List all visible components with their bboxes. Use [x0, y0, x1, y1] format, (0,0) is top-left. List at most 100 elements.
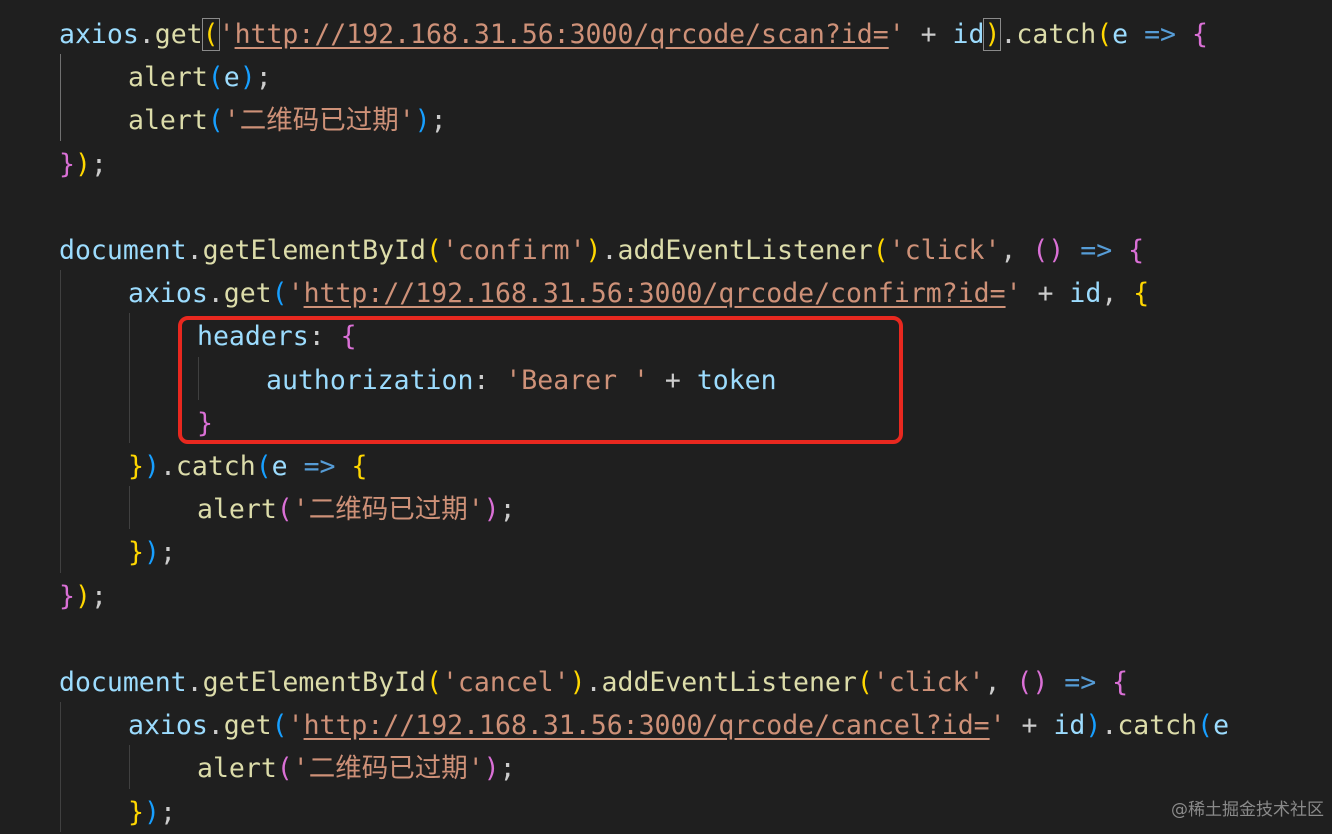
code-token: axios: [128, 278, 208, 310]
code-token: ): [483, 753, 500, 785]
code-token: (: [276, 494, 293, 526]
code-line[interactable]: axios.get('http://192.168.31.56:3000/qrc…: [128, 272, 1332, 315]
code-line[interactable]: }).catch(e => {: [128, 445, 1332, 488]
code-token: ;: [499, 494, 516, 526]
code-token: +: [1005, 710, 1054, 742]
code-token: (: [1096, 19, 1113, 50]
code-line[interactable]: });: [59, 575, 1332, 618]
code-token: 'cancel': [441, 667, 570, 698]
code-token: ': [218, 19, 235, 50]
code-token: =>: [303, 451, 336, 482]
code-token: ): [143, 537, 160, 569]
code-token: ): [983, 18, 1002, 51]
code-token: (: [425, 235, 442, 266]
code-token: {: [1128, 235, 1145, 266]
code-token: ': [287, 278, 304, 310]
indent-guide: [60, 270, 61, 573]
code-token: addEventListener: [601, 667, 857, 698]
code-token: 'click': [888, 235, 1001, 266]
code-token: .: [159, 451, 176, 482]
code-token: =>: [1080, 235, 1113, 266]
code-token: {: [1191, 19, 1208, 50]
code-token: ': [1005, 278, 1022, 310]
code-editor[interactable]: axios.get('http://192.168.31.56:3000/qrc…: [0, 0, 1332, 832]
code-token: }: [128, 796, 144, 828]
code-token: getElementById: [202, 235, 426, 266]
code-line[interactable]: [0, 186, 1322, 229]
code-token: alert: [197, 494, 277, 526]
code-line[interactable]: alert('二维码已过期');: [128, 99, 1332, 142]
code-line[interactable]: });: [128, 791, 1332, 834]
code-token: ): [143, 796, 160, 828]
code-line[interactable]: axios.get('http://192.168.31.56:3000/qrc…: [128, 704, 1332, 747]
code-token: e: [1213, 710, 1230, 742]
code-token: catch: [175, 451, 256, 482]
highlight-annotation-box: [178, 316, 903, 444]
code-token: ): [74, 580, 91, 612]
indent-guide: [129, 486, 130, 530]
code-token: e: [223, 62, 240, 94]
code-token: http://192.168.31.56:3000/qrcode/scan?id…: [234, 19, 889, 50]
code-token: ): [569, 667, 586, 698]
code-token: get: [223, 710, 272, 742]
code-token: (): [1016, 667, 1049, 698]
code-token: ): [74, 148, 91, 180]
code-line[interactable]: [0, 618, 1322, 661]
code-token: e: [1112, 19, 1129, 50]
code-line[interactable]: axios.get('http://192.168.31.56:3000/qrc…: [59, 13, 1332, 56]
code-token: .: [138, 19, 155, 50]
indent-guide: [129, 313, 130, 443]
code-token: ): [1085, 710, 1102, 742]
code-line[interactable]: alert(e);: [128, 56, 1332, 99]
code-token: (: [271, 710, 288, 742]
code-token: ;: [90, 148, 107, 180]
code-token: addEventListener: [617, 235, 873, 266]
code-token: ;: [499, 753, 516, 785]
code-token: id: [1053, 710, 1086, 742]
code-token: (: [276, 753, 293, 785]
code-token: get: [223, 278, 272, 310]
code-line[interactable]: alert('二维码已过期');: [197, 747, 1332, 790]
code-token: .: [1000, 19, 1017, 50]
code-token: ': [888, 19, 905, 50]
code-token: }: [128, 537, 144, 569]
code-token: (: [271, 278, 288, 310]
code-token: ;: [430, 105, 447, 137]
code-line[interactable]: alert('二维码已过期');: [197, 488, 1332, 531]
code-token: getElementById: [202, 667, 426, 698]
code-line[interactable]: });: [128, 531, 1332, 574]
code-token: .: [207, 710, 224, 742]
code-token: '二维码已过期': [292, 494, 484, 526]
code-token: document: [59, 667, 187, 698]
code-token: ': [287, 710, 304, 742]
code-token: 'click': [872, 667, 985, 698]
code-token: .: [207, 278, 224, 310]
code-token: {: [351, 451, 368, 482]
code-token: (): [1032, 235, 1065, 266]
code-line[interactable]: document.getElementById('cancel').addEve…: [59, 661, 1332, 704]
code-token: (: [207, 62, 224, 94]
code-token: ): [239, 62, 256, 94]
code-token: ,: [984, 667, 1017, 698]
code-token: ': [989, 710, 1006, 742]
code-token: .: [186, 235, 203, 266]
code-token: (: [1197, 710, 1214, 742]
code-token: {: [1133, 278, 1150, 310]
code-token: get: [154, 19, 203, 50]
code-token: document: [59, 235, 187, 266]
code-token: (: [201, 18, 220, 51]
code-token: 'confirm': [441, 235, 586, 266]
code-token: axios: [59, 19, 139, 50]
code-token: http://192.168.31.56:3000/qrcode/confirm…: [303, 278, 1006, 310]
code-line[interactable]: });: [59, 143, 1332, 186]
code-token: alert: [197, 753, 277, 785]
watermark: @稀土掘金技术社区: [1171, 800, 1324, 820]
indent-guide: [60, 54, 61, 141]
code-token: ): [483, 494, 500, 526]
code-token: =>: [1144, 19, 1177, 50]
code-token: ,: [1000, 235, 1033, 266]
code-line[interactable]: document.getElementById('confirm').addEv…: [59, 229, 1332, 272]
